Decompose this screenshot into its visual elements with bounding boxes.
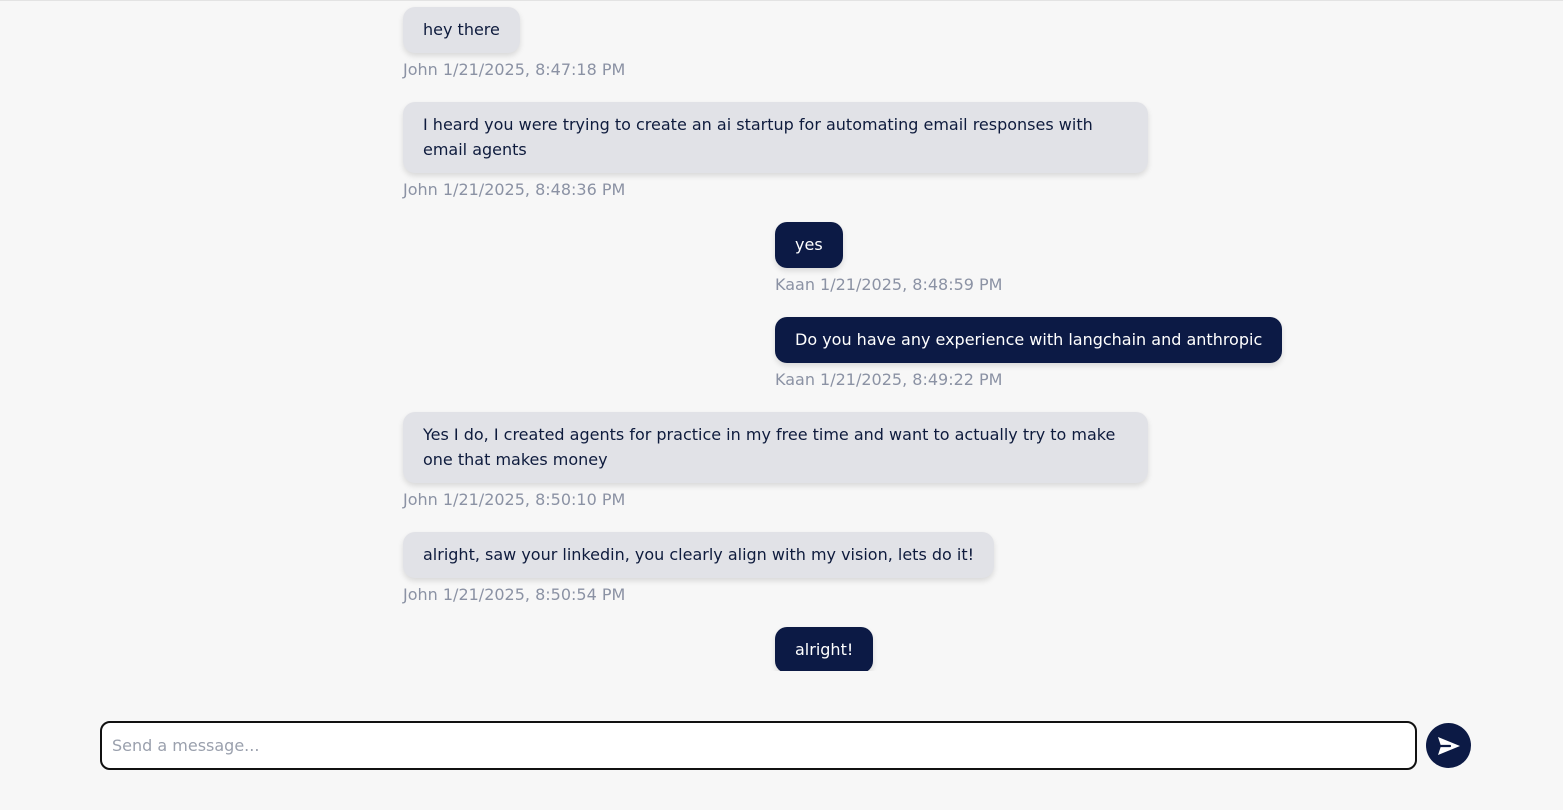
message-item: yes Kaan 1/21/2025, 8:48:59 PM: [775, 222, 1002, 296]
message-item: Do you have any experience with langchai…: [775, 317, 1283, 391]
message-item: Yes I do, I created agents for practice …: [403, 412, 1148, 511]
message-meta: John 1/21/2025, 8:50:10 PM: [403, 490, 626, 509]
message-bubble: Yes I do, I created agents for practice …: [403, 412, 1148, 483]
send-icon: [1437, 736, 1460, 755]
message-meta: Kaan 1/21/2025, 8:48:59 PM: [775, 275, 1003, 294]
message-bubble: alright, saw your linkedin, you clearly …: [403, 532, 995, 578]
message-bubble: Do you have any experience with langchai…: [775, 317, 1283, 363]
message-item: alright, saw your linkedin, you clearly …: [403, 532, 995, 606]
chat-page: hey there John 1/21/2025, 8:47:18 PM I h…: [0, 0, 1563, 810]
message-input[interactable]: [102, 723, 1415, 768]
message-item: alright!: [775, 627, 874, 671]
message-meta: John 1/21/2025, 8:48:36 PM: [403, 180, 626, 199]
message-list[interactable]: hey there John 1/21/2025, 8:47:18 PM I h…: [0, 1, 1563, 671]
message-bubble: alright!: [775, 627, 874, 671]
send-button[interactable]: [1426, 723, 1471, 768]
message-meta: Kaan 1/21/2025, 8:49:22 PM: [775, 370, 1003, 389]
message-meta: John 1/21/2025, 8:50:54 PM: [403, 585, 626, 604]
message-bubble: hey there: [403, 7, 520, 53]
message-item: hey there John 1/21/2025, 8:47:18 PM: [403, 7, 625, 81]
message-meta: John 1/21/2025, 8:47:18 PM: [403, 60, 626, 79]
message-bubble: yes: [775, 222, 843, 268]
message-item: I heard you were trying to create an ai …: [403, 102, 1148, 201]
message-composer[interactable]: [100, 721, 1417, 770]
message-bubble: I heard you were trying to create an ai …: [403, 102, 1148, 173]
